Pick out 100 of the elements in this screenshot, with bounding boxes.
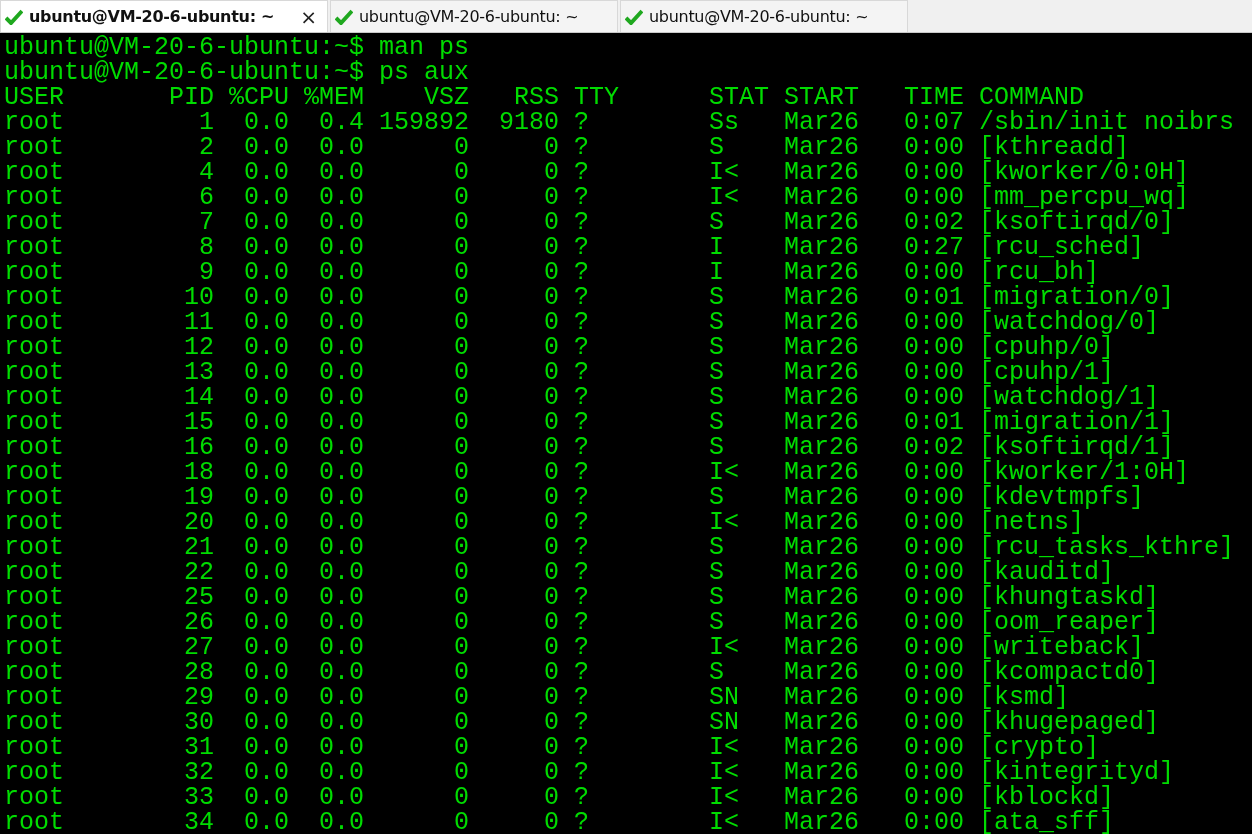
command-text: ps aux	[379, 60, 470, 85]
table-cell-text: 0	[543, 285, 560, 310]
table-cell-text: ?	[574, 785, 591, 810]
table-cell: [khugepaged]	[979, 710, 1160, 735]
table-cell-text: 0.0	[243, 460, 289, 485]
table-cell-text: root	[4, 435, 65, 460]
table-cell-text: 0.0	[243, 110, 289, 135]
table-cell-text: 0.0	[243, 285, 289, 310]
command-text: man ps	[379, 35, 470, 60]
table-cell: 0:00	[904, 360, 965, 385]
table-cell-text: 0	[453, 335, 470, 360]
table-cell-text: 0	[453, 410, 470, 435]
table-cell: [kworker/1:0H]	[979, 460, 1190, 485]
table-cell-text: I<	[709, 160, 741, 185]
table-cell-text: 4	[198, 160, 214, 185]
table-cell-text: 0	[453, 385, 470, 410]
table-cell-text: Mar26	[784, 610, 861, 635]
table-cell-text: 0	[453, 785, 470, 810]
table-cell: 0:00	[904, 335, 965, 360]
terminal-tab[interactable]: ubuntu@VM-20-6-ubuntu: ~	[330, 0, 618, 32]
close-button[interactable]: ×	[296, 4, 321, 29]
table-cell-text: I<	[709, 735, 741, 760]
table-cell-text: Mar26	[784, 360, 861, 385]
table-cell: [mm_percpu_wq]	[979, 185, 1190, 210]
table-cell: [kintegrityd]	[979, 760, 1175, 785]
table-cell-text: ?	[574, 460, 591, 485]
table-cell-text: 0.0	[243, 535, 289, 560]
table-cell-text: ?	[574, 410, 591, 435]
table-cell-text: ?	[574, 585, 591, 610]
table-cell: 0:00	[904, 185, 965, 210]
table-cell-text: 0.0	[243, 210, 289, 235]
column-header: VSZ	[423, 85, 470, 110]
table-cell-text: 0.0	[318, 335, 364, 360]
table-cell-text: ?	[574, 660, 591, 685]
check-icon	[5, 8, 23, 25]
table-cell-text: 0	[453, 535, 470, 560]
table-cell-text: root	[4, 235, 65, 260]
table-cell-text: 0	[453, 360, 470, 385]
table-cell-text: Mar26	[784, 460, 861, 485]
table-cell: [rcu_tasks_kthre]	[979, 535, 1235, 560]
table-cell-text: I<	[709, 460, 741, 485]
table-cell-text: 0	[453, 485, 470, 510]
table-cell-text: Mar26	[784, 660, 861, 685]
table-cell-text: 0.0	[318, 460, 364, 485]
table-cell-text: root	[4, 260, 65, 285]
table-cell-text: 14	[183, 385, 214, 410]
table-cell-text: root	[4, 785, 65, 810]
table-cell-text: root	[4, 460, 65, 485]
table-cell-text: 0.0	[243, 410, 289, 435]
table-cell-text: Mar26	[784, 685, 861, 710]
table-cell-text: 0	[453, 710, 470, 735]
table-cell: 0:00	[904, 460, 965, 485]
table-cell-text: ?	[574, 360, 591, 385]
terminal-tab[interactable]: ubuntu@VM-20-6-ubuntu: ~ ×	[0, 0, 328, 32]
table-cell-text: Mar26	[784, 260, 861, 285]
table-cell-text: 0	[453, 685, 470, 710]
table-cell-text: 12	[183, 335, 214, 360]
table-cell-text: I<	[709, 635, 741, 660]
table-cell-text: I<	[709, 510, 741, 535]
table-cell-text: SN	[709, 710, 741, 735]
table-cell: [kthreadd]	[979, 135, 1130, 160]
table-cell: [rcu_bh]	[979, 260, 1100, 285]
terminal-tab[interactable]: ubuntu@VM-20-6-ubuntu: ~	[620, 0, 908, 32]
table-cell: [kblockd]	[979, 785, 1115, 810]
table-cell-text: 0.0	[318, 785, 364, 810]
table-cell-text: 0.0	[243, 485, 289, 510]
table-cell-text: 0.0	[318, 135, 364, 160]
table-cell-text: 0	[453, 185, 470, 210]
table-cell-text: 0	[453, 760, 470, 785]
table-cell: 0:00	[904, 135, 965, 160]
table-cell-text: Mar26	[784, 210, 861, 235]
table-cell-text: 0	[543, 585, 560, 610]
table-cell-text: ?	[574, 310, 591, 335]
table-cell-text: 11	[183, 310, 214, 335]
table-cell-text: 0.0	[318, 710, 364, 735]
table-cell-text: 0.0	[318, 535, 364, 560]
table-cell-text: 25	[183, 585, 214, 610]
table-cell-text: ?	[574, 810, 591, 834]
table-cell-text: S	[709, 335, 726, 360]
table-cell-text: Mar26	[784, 435, 861, 460]
table-cell: 0:00	[904, 535, 965, 560]
table-cell-text: 13	[183, 360, 214, 385]
table-cell: [crypto]	[979, 735, 1100, 760]
table-cell-text: 0.0	[318, 585, 364, 610]
table-cell-text: Mar26	[784, 635, 861, 660]
table-cell-text: 0	[543, 785, 560, 810]
table-cell-text: 0	[543, 460, 560, 485]
table-cell-text: 16	[183, 435, 214, 460]
table-cell-text: 0	[453, 285, 470, 310]
table-cell-text: root	[4, 710, 65, 735]
table-cell-text: Mar26	[784, 310, 861, 335]
table-cell: 0:00	[904, 610, 965, 635]
table-cell: [kcompactd0]	[979, 660, 1160, 685]
column-header: TTY	[574, 85, 621, 110]
table-cell-text: 0.0	[318, 260, 364, 285]
table-cell-text: 0.0	[318, 385, 364, 410]
table-cell-text: 0	[453, 585, 470, 610]
table-cell: [migration/1]	[979, 410, 1175, 435]
table-cell-text: 0	[453, 135, 470, 160]
table-cell-text: 34	[183, 810, 214, 834]
